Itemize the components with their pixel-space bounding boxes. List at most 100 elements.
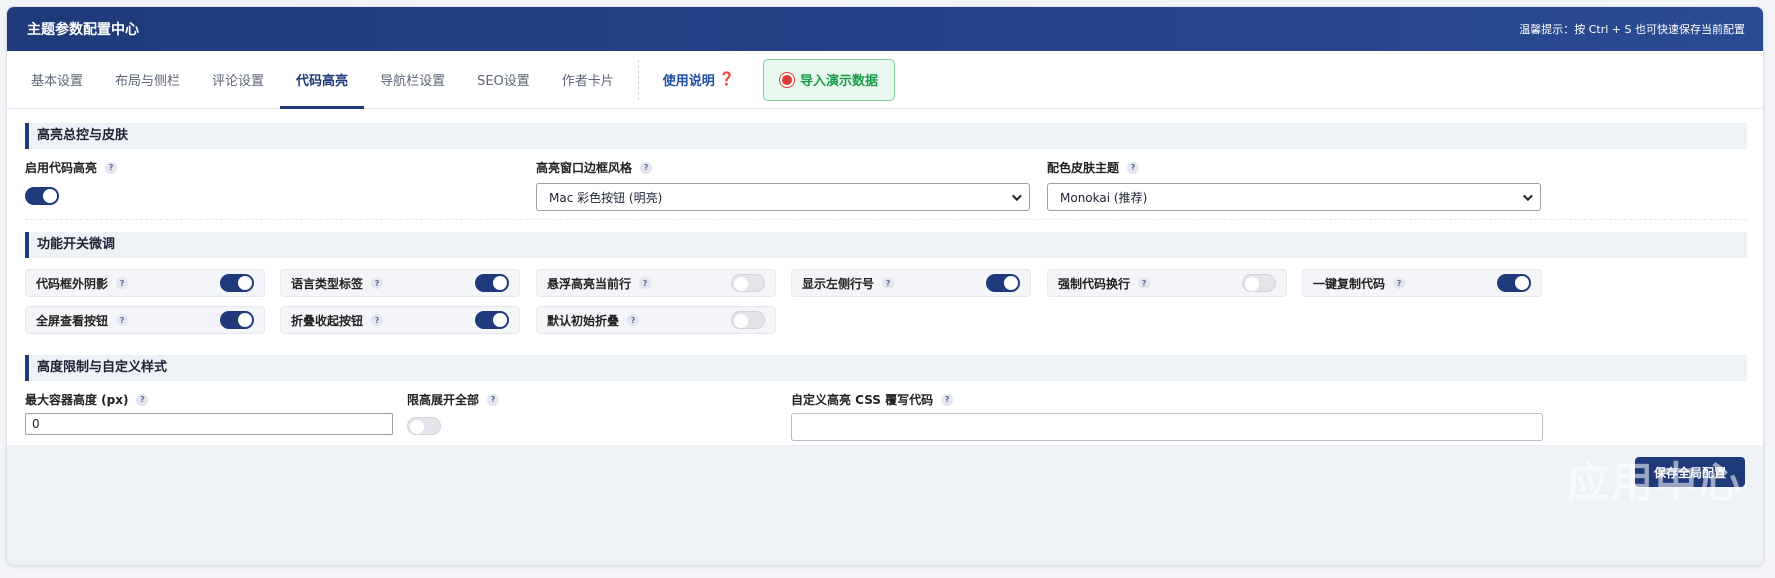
tab-code-highlight[interactable]: 代码高亮 (280, 51, 365, 109)
custom-css-textarea[interactable] (791, 413, 1543, 441)
border-style-text: 高亮窗口边框风格 (536, 161, 633, 175)
toggle-text: 全屏查看按钮 (36, 313, 109, 328)
toggle-knob (493, 276, 507, 290)
toggle-knob (1515, 276, 1529, 290)
enable-highlight-text: 启用代码高亮 (25, 161, 98, 175)
toggle-card-shadow: 代码框外阴影? (25, 269, 265, 297)
toggle-card-fullscreen: 全屏查看按钮? (25, 306, 265, 334)
max-height-text: 最大容器高度 (px) (25, 393, 129, 407)
chevron-down-icon (1522, 190, 1533, 201)
tab-navbar[interactable]: 导航栏设置 (364, 51, 461, 109)
help-icon[interactable]: ? (882, 277, 895, 289)
help-icon[interactable]: ? (116, 277, 129, 289)
skin-theme-select[interactable]: Monokai (推荐) (1047, 183, 1541, 211)
toggle-card-wrap: 强制代码换行? (1047, 269, 1287, 297)
expand-all-text: 限高展开全部 (407, 393, 480, 407)
tab-comments[interactable]: 评论设置 (196, 51, 280, 109)
help-icon[interactable]: ? (1138, 277, 1151, 289)
toggle-label: 显示左侧行号? (802, 270, 895, 296)
toggle-label: 代码框外阴影? (36, 270, 129, 296)
help-icon[interactable]: ? (371, 277, 384, 289)
help-icon[interactable]: ? (487, 393, 500, 406)
toggle-label: 折叠收起按钮? (291, 307, 384, 333)
fullscreen-toggle[interactable] (220, 311, 254, 329)
help-label: 使用说明 (662, 74, 715, 89)
page-title: 主题参数配置中心 (27, 22, 139, 38)
toggle-text: 强制代码换行 (1058, 276, 1131, 291)
border-style-select[interactable]: Mac 彩色按钮 (明亮) (536, 183, 1030, 211)
help-icon[interactable]: ? (640, 161, 653, 174)
border-style-label: 高亮窗口边框风格 ? (536, 159, 653, 176)
help-icon[interactable]: ? (105, 161, 118, 174)
enable-highlight-toggle[interactable] (25, 187, 59, 205)
toggle-card-copy: 一键复制代码? (1302, 269, 1542, 297)
tab-divider (637, 59, 639, 100)
import-demo-label: 导入演示数据 (799, 74, 878, 89)
toggle-text: 折叠收起按钮 (291, 313, 364, 328)
skin-theme-text: 配色皮肤主题 (1047, 161, 1120, 175)
border-style-value: Mac 彩色按钮 (明亮) (549, 190, 663, 205)
divider (25, 219, 1747, 220)
toggle-card-line-numbers: 显示左侧行号? (791, 269, 1031, 297)
help-icon[interactable]: ? (1393, 277, 1406, 289)
tab-bar: 基本设置 布局与侧栏 评论设置 代码高亮 导航栏设置 SEO设置 作者卡片 使用… (7, 51, 1763, 109)
toggle-label: 默认初始折叠? (547, 307, 640, 333)
header-bar: 主题参数配置中心 温馨提示：按 Ctrl + S 也可快速保存当前配置 (7, 7, 1763, 51)
toggle-card-hover-line: 悬浮高亮当前行? (536, 269, 776, 297)
toggle-knob (1245, 277, 1259, 291)
question-mark-icon: ❓ (718, 72, 735, 87)
tab-basic[interactable]: 基本设置 (15, 51, 99, 109)
tab-help[interactable]: 使用说明 ❓ (647, 51, 751, 109)
toggle-knob (734, 277, 748, 291)
copy-toggle[interactable] (1497, 274, 1531, 292)
hover-line-toggle[interactable] (731, 274, 765, 292)
section-header-height: 高度限制与自定义样式 (25, 355, 1747, 381)
toggle-card-collapse: 折叠收起按钮? (280, 306, 520, 334)
shadow-toggle[interactable] (220, 274, 254, 292)
toggle-label: 全屏查看按钮? (36, 307, 129, 333)
help-icon[interactable]: ? (1127, 161, 1140, 174)
expand-all-toggle[interactable] (407, 417, 441, 435)
toggle-label: 一键复制代码? (1313, 270, 1406, 296)
config-panel: 主题参数配置中心 温馨提示：按 Ctrl + S 也可快速保存当前配置 基本设置… (6, 6, 1764, 566)
section-header-features: 功能开关微调 (25, 232, 1747, 258)
toggle-knob (493, 313, 507, 327)
collapse-toggle[interactable] (475, 311, 509, 329)
section-header-skin: 高亮总控与皮肤 (25, 123, 1747, 149)
help-icon[interactable]: ? (639, 277, 652, 289)
help-icon[interactable]: ? (371, 314, 384, 326)
toggle-knob (238, 276, 252, 290)
wrap-toggle[interactable] (1242, 274, 1276, 292)
toggle-knob (238, 313, 252, 327)
watermark: 应用中心 (1566, 458, 1743, 507)
toggle-knob (410, 420, 424, 434)
toggle-knob (734, 314, 748, 328)
enable-highlight-label: 启用代码高亮 ? (25, 159, 118, 176)
line-numbers-toggle[interactable] (986, 274, 1020, 292)
default-collapse-toggle[interactable] (731, 311, 765, 329)
footer-bar: 保存全局配置 应用中心 (7, 445, 1763, 565)
toggle-text: 悬浮高亮当前行 (547, 276, 632, 291)
help-icon[interactable]: ? (116, 314, 129, 326)
help-icon[interactable]: ? (136, 393, 149, 406)
help-icon[interactable]: ? (627, 314, 640, 326)
tab-author-card[interactable]: 作者卡片 (546, 51, 630, 109)
skin-theme-value: Monokai (推荐) (1060, 190, 1148, 205)
skin-theme-label: 配色皮肤主题 ? (1047, 159, 1140, 176)
toggle-text: 语言类型标签 (291, 276, 364, 291)
target-icon (779, 72, 794, 87)
help-icon[interactable]: ? (941, 393, 954, 406)
toggle-text: 显示左侧行号 (802, 276, 875, 291)
max-height-label: 最大容器高度 (px) ? (25, 391, 149, 408)
toggle-text: 代码框外阴影 (36, 276, 109, 291)
toggle-text: 一键复制代码 (1313, 276, 1386, 291)
lang-tag-toggle[interactable] (475, 274, 509, 292)
tab-seo[interactable]: SEO设置 (461, 51, 546, 109)
tab-layout-sidebar[interactable]: 布局与侧栏 (99, 51, 196, 109)
max-height-input[interactable]: 0 (25, 413, 393, 435)
toggle-label: 悬浮高亮当前行? (547, 270, 652, 296)
toggle-text: 默认初始折叠 (547, 313, 620, 328)
toggle-label: 强制代码换行? (1058, 270, 1151, 296)
import-demo-button[interactable]: 导入演示数据 (763, 58, 895, 101)
toggle-label: 语言类型标签? (291, 270, 384, 296)
